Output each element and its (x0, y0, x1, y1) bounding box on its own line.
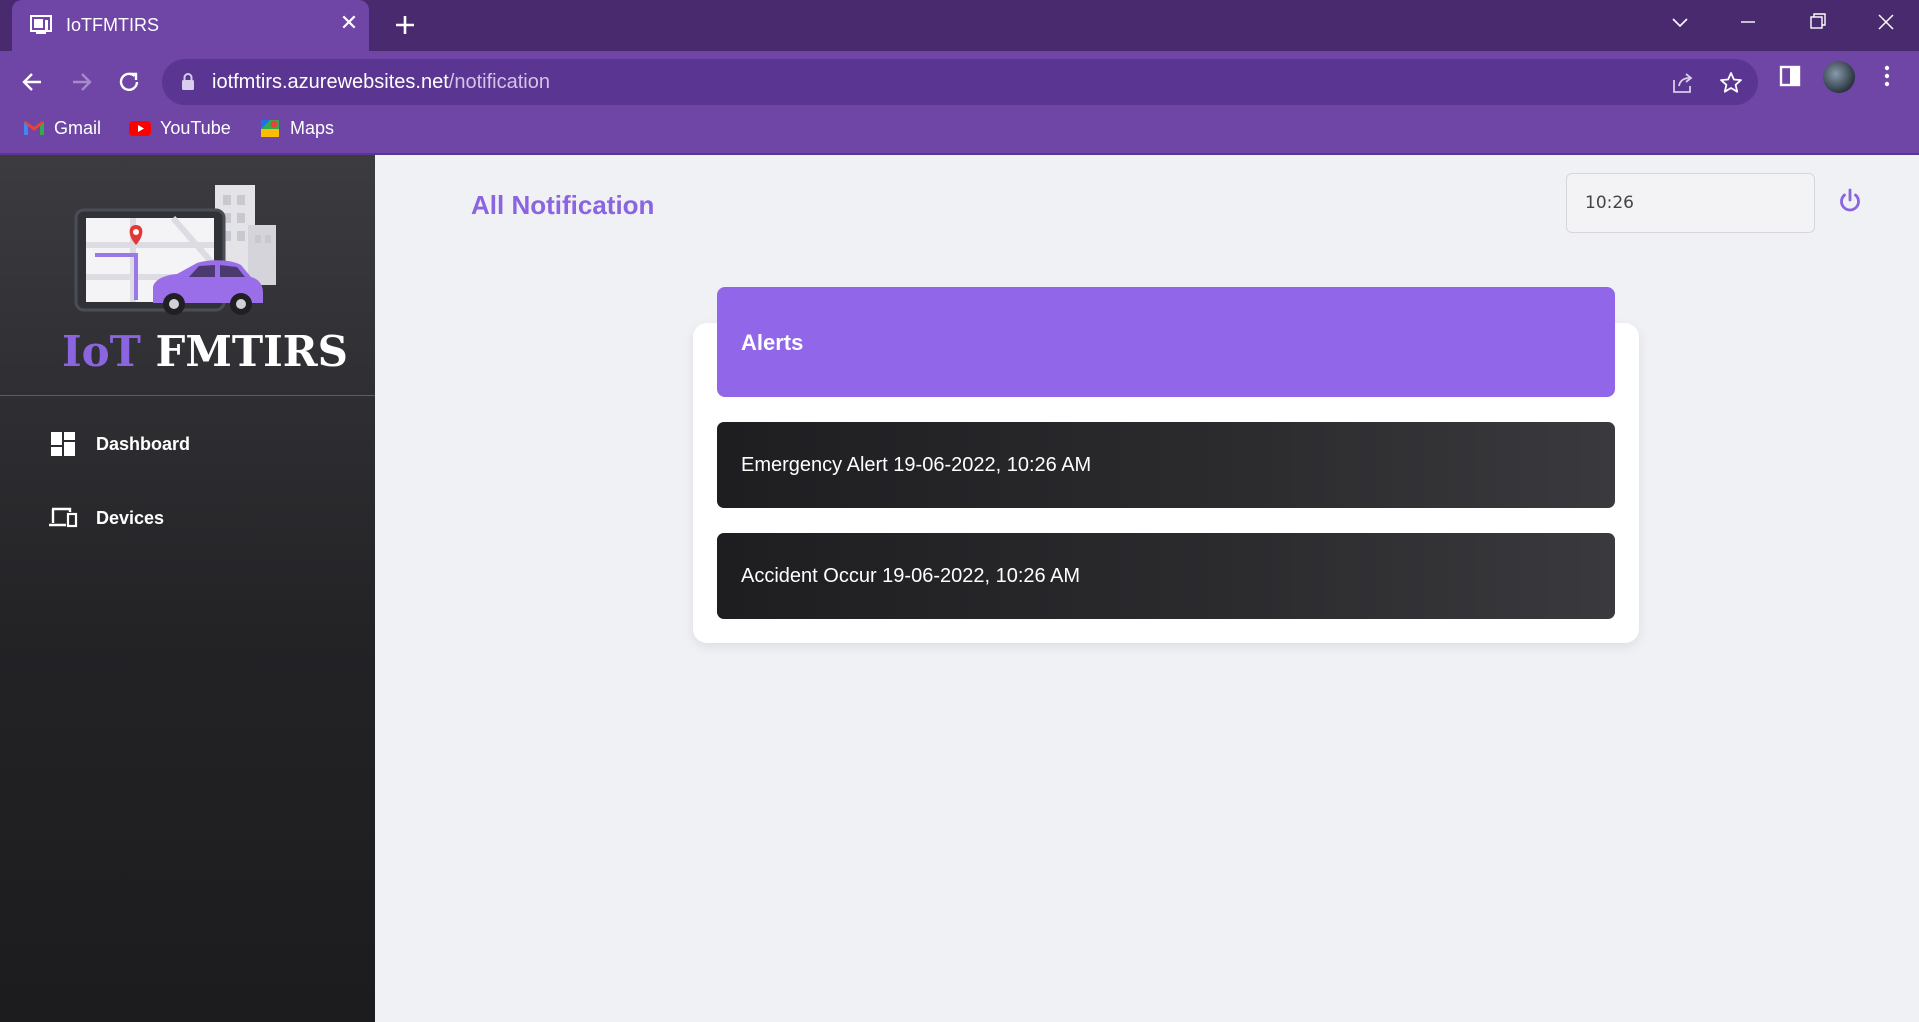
alert-item-accident[interactable]: Accident Occur 19-06-2022, 10:26 AM (717, 533, 1615, 619)
alert-item-text: Accident Occur 19-06-2022, 10:26 AM (741, 565, 1081, 587)
youtube-icon (129, 121, 151, 136)
tab-search-chevron-icon[interactable] (1658, 8, 1702, 38)
brand-logo: IoT FMTIRS (62, 327, 348, 376)
maps-icon (261, 120, 279, 137)
gmail-icon (24, 121, 44, 135)
minimize-icon[interactable] (1726, 8, 1770, 38)
url-text[interactable]: iotfmtirs.azurewebsites.net/notification (212, 71, 550, 94)
bookmark-gmail[interactable]: Gmail (22, 117, 101, 139)
back-arrow-icon[interactable] (15, 64, 51, 100)
browser-tab-bar: IoTFMTIRS ✕ (0, 0, 1919, 51)
time-field[interactable] (1566, 173, 1815, 233)
dashboard-icon (51, 432, 75, 456)
sidebar-item-label: Devices (96, 507, 165, 528)
address-bar[interactable]: iotfmtirs.azurewebsites.net/notification (162, 59, 1758, 105)
bookmark-youtube[interactable]: YouTube (128, 117, 231, 139)
tab-title: IoTFMTIRS (66, 15, 159, 35)
restore-icon[interactable] (1795, 8, 1839, 38)
alert-item-emergency[interactable]: Emergency Alert 19-06-2022, 10:26 AM (717, 422, 1615, 508)
tab-close-icon[interactable]: ✕ (336, 10, 362, 36)
alerts-header: Alerts (717, 287, 1615, 397)
reload-icon[interactable] (111, 64, 147, 100)
alerts-title: Alerts (741, 330, 804, 355)
close-window-icon[interactable] (1864, 8, 1908, 38)
bookmark-maps[interactable]: Maps (258, 117, 334, 139)
sidebar-item-dashboard[interactable]: Dashboard (48, 429, 190, 459)
lock-icon[interactable] (180, 72, 196, 92)
logo-car-map-icon (74, 185, 276, 315)
sidebar-item-label: Dashboard (96, 433, 191, 454)
browser-toolbar: iotfmtirs.azurewebsites.net/notification… (0, 51, 1919, 155)
sidebar: IoT FMTIRS Dashboard Devices (0, 155, 375, 1022)
side-panel-icon[interactable] (1776, 62, 1804, 90)
share-icon[interactable] (1670, 70, 1696, 96)
alert-item-text: Emergency Alert 19-06-2022, 10:26 AM (741, 454, 1092, 476)
new-tab-plus-icon[interactable] (390, 10, 420, 40)
forward-arrow-icon[interactable] (63, 64, 99, 100)
profile-avatar[interactable] (1823, 61, 1855, 93)
site-favicon-icon (30, 15, 52, 34)
sidebar-divider (0, 395, 375, 396)
sidebar-item-devices[interactable]: Devices (48, 503, 164, 533)
logout-power-icon[interactable] (1837, 187, 1863, 215)
bookmark-star-icon[interactable] (1718, 70, 1744, 96)
devices-icon (49, 507, 78, 528)
browser-menu-kebab-icon[interactable] (1873, 62, 1901, 90)
page-title: All Notification (471, 190, 655, 220)
browser-tab-active[interactable]: IoTFMTIRS ✕ (12, 0, 369, 51)
